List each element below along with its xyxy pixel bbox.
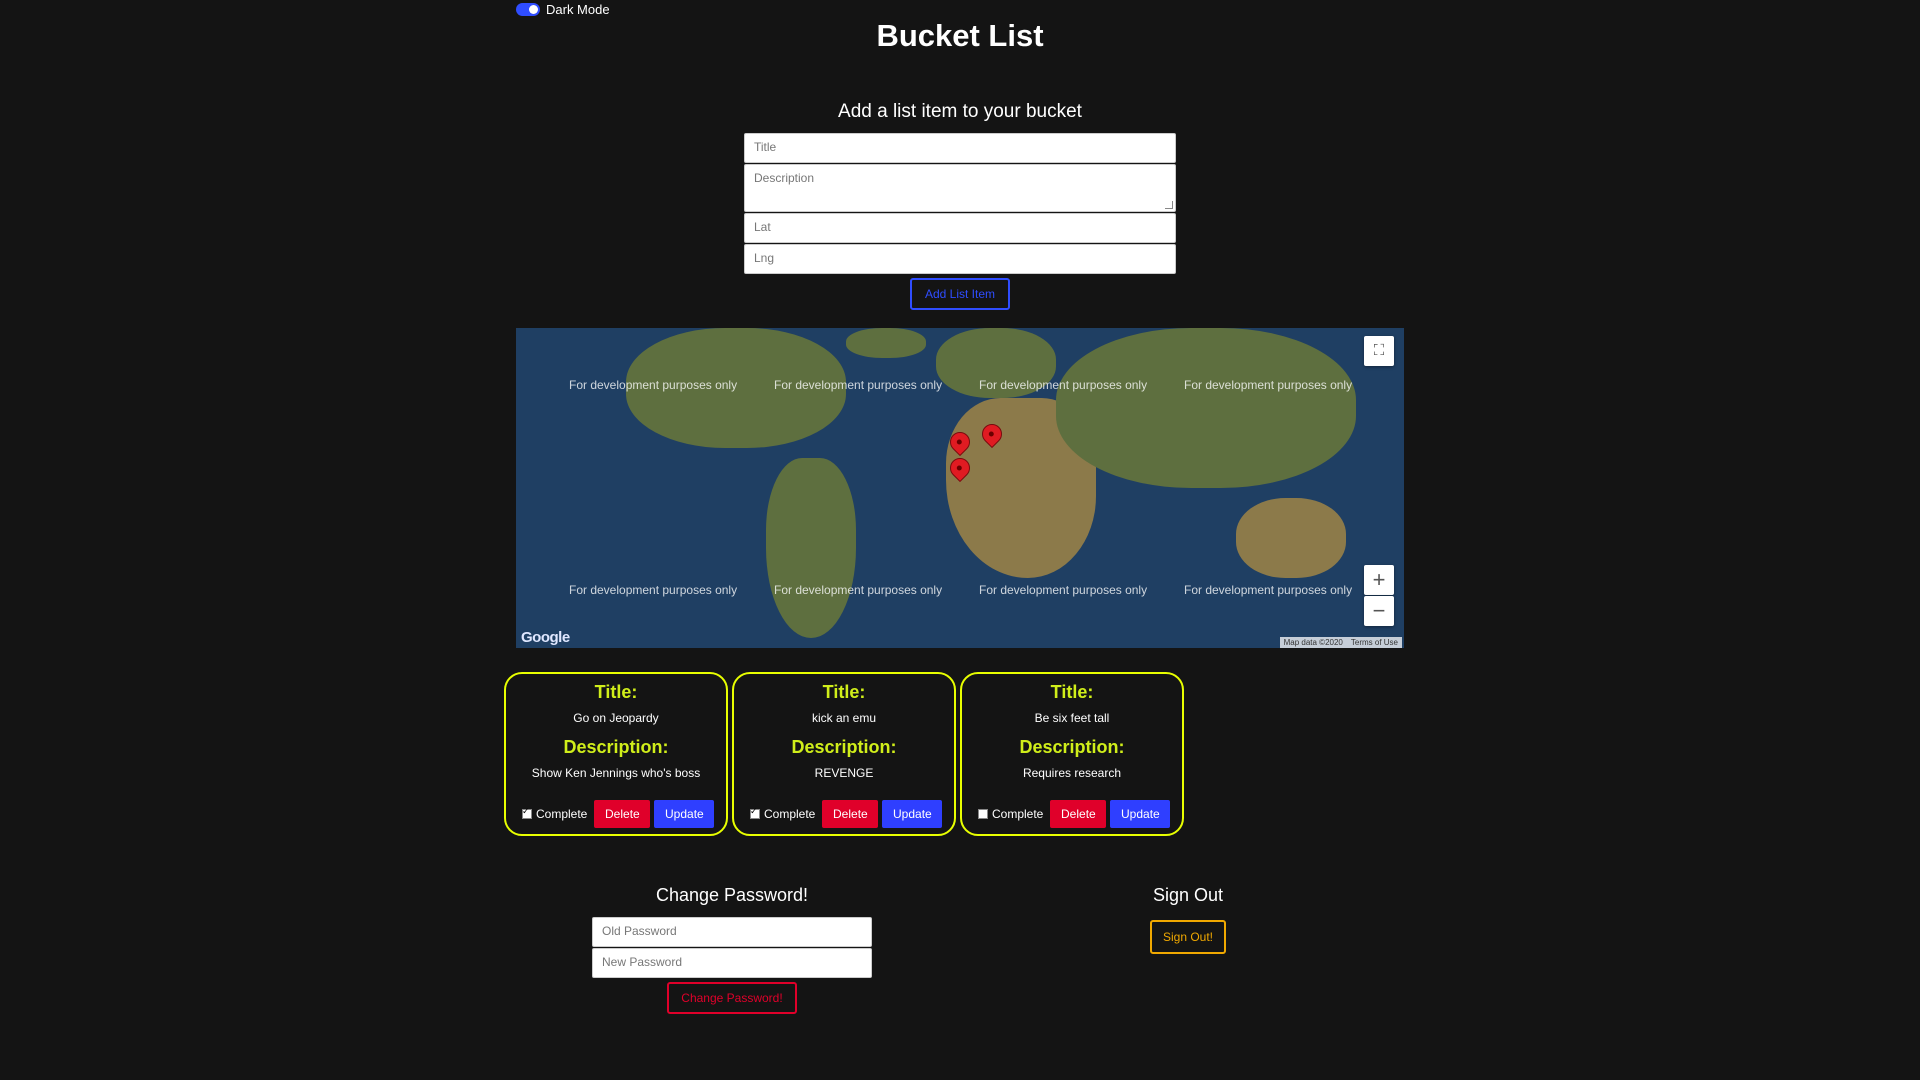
map-watermark: For development purposes only xyxy=(774,583,943,597)
fullscreen-button[interactable]: ⛶ xyxy=(1364,336,1394,366)
update-button[interactable]: Update xyxy=(654,800,715,828)
dark-mode-label: Dark Mode xyxy=(546,2,610,17)
map-watermark: For development purposes only xyxy=(979,583,1148,597)
delete-button[interactable]: Delete xyxy=(822,800,879,828)
card-title-label: Title: xyxy=(822,682,866,702)
sign-out-button[interactable]: Sign Out! xyxy=(1150,920,1226,954)
asia-land xyxy=(1056,328,1356,488)
map-attribution: Map data ©2020 Terms of Use xyxy=(1279,637,1402,648)
card-description-label: Description: xyxy=(1019,737,1125,757)
card-description-label: Description: xyxy=(563,737,669,757)
toggle-switch[interactable] xyxy=(516,3,540,16)
complete-label: Complete xyxy=(764,807,816,821)
add-list-item-button[interactable]: Add List Item xyxy=(910,278,1010,310)
card-description-value: REVENGE xyxy=(814,766,874,780)
map-watermark: For development purposes only xyxy=(569,583,738,597)
complete-label: Complete xyxy=(536,807,588,821)
world-map[interactable]: For development purposes only For develo… xyxy=(516,328,1404,648)
change-password-form: Old Password New Password xyxy=(592,917,872,979)
update-button[interactable]: Update xyxy=(882,800,943,828)
complete-checkbox[interactable] xyxy=(522,806,532,819)
map-watermark: For development purposes only xyxy=(979,378,1148,392)
zoom-out-button[interactable]: − xyxy=(1364,596,1394,626)
change-password-button[interactable]: Change Password! xyxy=(667,982,797,1014)
card-actions: Complete Delete Update xyxy=(978,800,1171,828)
terms-link[interactable]: Terms of Use xyxy=(1351,638,1398,647)
lng-input[interactable]: Lng xyxy=(744,244,1176,274)
delete-button[interactable]: Delete xyxy=(594,800,651,828)
title-input[interactable]: Title xyxy=(744,133,1176,163)
bucket-item-card: Title: kick an emu Description: REVENGE … xyxy=(732,672,956,836)
south-america-land xyxy=(766,458,856,638)
dark-mode-toggle[interactable]: Dark Mode xyxy=(516,2,610,17)
bucket-item-card: Title: Be six feet tall Description: Req… xyxy=(960,672,1184,836)
card-description-value: Show Ken Jennings who's boss xyxy=(531,766,701,780)
bucket-item-card: Title: Go on Jeopardy Description: Show … xyxy=(504,672,728,836)
sign-out-heading: Sign Out xyxy=(1152,885,1224,905)
page-title: Bucket List xyxy=(876,18,1044,53)
map-watermark: For development purposes only xyxy=(1184,583,1353,597)
card-title-label: Title: xyxy=(1050,682,1094,702)
delete-button[interactable]: Delete xyxy=(1050,800,1107,828)
card-title-value: Go on Jeopardy xyxy=(573,711,659,725)
complete-checkbox[interactable] xyxy=(750,806,760,819)
google-logo[interactable]: Google xyxy=(521,629,570,646)
map-watermark: For development purposes only xyxy=(1184,378,1353,392)
map-data-text: Map data ©2020 xyxy=(1283,638,1343,647)
card-title-value: Be six feet tall xyxy=(1034,711,1110,725)
card-title-label: Title: xyxy=(594,682,638,702)
lat-input[interactable]: Lat xyxy=(744,213,1176,243)
new-password-input[interactable]: New Password xyxy=(592,948,872,978)
map-watermark: For development purposes only xyxy=(569,378,738,392)
add-item-form: Title Description Lat Lng xyxy=(744,133,1176,275)
card-description-label: Description: xyxy=(791,737,897,757)
australia-land xyxy=(1236,498,1346,578)
change-password-heading: Change Password! xyxy=(655,885,809,905)
complete-checkbox[interactable] xyxy=(978,809,988,819)
description-textarea[interactable]: Description xyxy=(744,164,1176,212)
greenland-land xyxy=(846,328,926,358)
card-actions: Complete Delete Update xyxy=(750,800,943,828)
zoom-in-button[interactable]: + xyxy=(1364,565,1394,595)
card-title-value: kick an emu xyxy=(811,711,877,725)
card-description-value: Requires research xyxy=(1022,766,1122,780)
old-password-input[interactable]: Old Password xyxy=(592,917,872,947)
complete-label: Complete xyxy=(992,807,1044,821)
map-watermark: For development purposes only xyxy=(774,378,943,392)
card-actions: Complete Delete Update xyxy=(522,800,715,828)
add-item-heading: Add a list item to your bucket xyxy=(838,101,1082,122)
update-button[interactable]: Update xyxy=(1110,800,1171,828)
